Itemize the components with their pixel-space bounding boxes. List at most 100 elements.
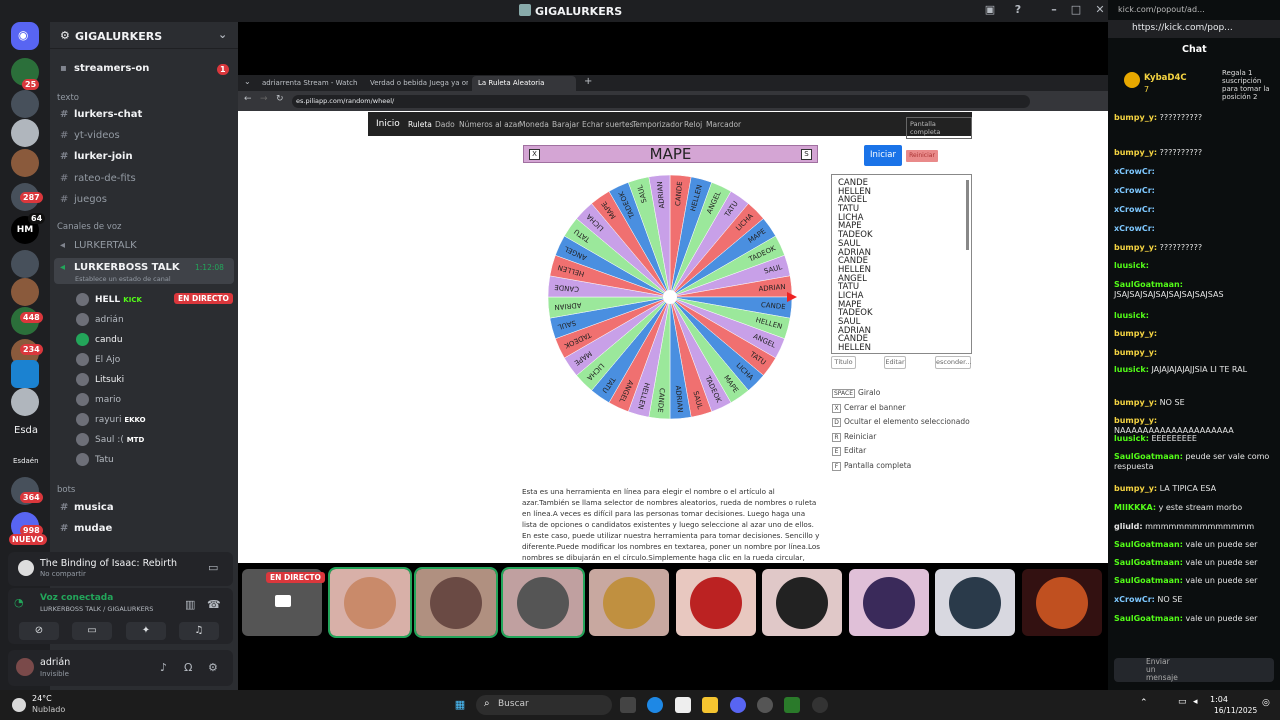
- chat-username[interactable]: luusick:: [1114, 261, 1149, 270]
- reload-icon[interactable]: ↻: [276, 94, 284, 104]
- hide-button[interactable]: esconder...: [935, 356, 971, 369]
- clock-time[interactable]: 1:04: [1210, 695, 1228, 704]
- nav-inicio[interactable]: Inicio: [376, 119, 400, 129]
- channel-streamers-on[interactable]: ▪ streamers-on: [60, 63, 149, 74]
- chat-username[interactable]: xCrowCr:: [1114, 205, 1155, 214]
- wheel[interactable]: CANDE HELLEN ANGEL TATULICHAMAPETADEOKSAULA…: [540, 172, 802, 424]
- chat-input[interactable]: Enviar un mensaje: [1114, 658, 1274, 682]
- temp[interactable]: 24°C: [32, 694, 52, 703]
- url-field[interactable]: es.piliapp.com/random/wheel/: [292, 95, 1030, 108]
- channel-mudae[interactable]: # mudae: [60, 523, 112, 534]
- chat-username[interactable]: xCrowCr:: [1114, 224, 1155, 233]
- activities-button[interactable]: ✦: [126, 622, 166, 640]
- category-texto[interactable]: texto: [57, 93, 79, 103]
- close-banner-button[interactable]: X: [529, 149, 540, 160]
- chat-username[interactable]: SaulGoatmaan:: [1114, 452, 1183, 461]
- server-icon[interactable]: [11, 278, 39, 306]
- nav-moneda[interactable]: Moneda: [519, 120, 549, 129]
- channel-lurkers-chat[interactable]: # lurkers-chat: [60, 109, 142, 120]
- tab-kick[interactable]: adriarrenta Stream - Watch Liv...: [256, 76, 360, 91]
- chat-username[interactable]: SaulGoatmaan:: [1114, 540, 1183, 549]
- maximize-icon[interactable]: □: [1070, 4, 1082, 16]
- stream-tile[interactable]: [328, 567, 412, 638]
- chat-username[interactable]: luusick:: [1114, 434, 1149, 443]
- category-bots[interactable]: bots: [57, 485, 75, 495]
- channel-yt-videos[interactable]: # yt-videos: [60, 130, 120, 141]
- camera-off-button[interactable]: ⊘: [19, 622, 59, 640]
- voice-user-hell[interactable]: HELL KICK: [76, 293, 142, 306]
- voice-user[interactable]: adrián: [76, 313, 124, 326]
- fullscreen-button[interactable]: Pantalla completa: [906, 117, 972, 139]
- back-icon[interactable]: ←: [244, 94, 252, 104]
- channel-lurker-join[interactable]: # lurker-join: [60, 151, 133, 162]
- app-icon[interactable]: [784, 697, 800, 713]
- task-view-icon[interactable]: [620, 697, 636, 713]
- title-button[interactable]: Título: [831, 356, 856, 369]
- stream-tile[interactable]: [414, 567, 498, 638]
- chat-username[interactable]: bumpy_y:: [1114, 348, 1157, 357]
- settings-icon[interactable]: ⚙: [208, 661, 218, 674]
- mic-icon[interactable]: ♪: [160, 661, 167, 674]
- chat-username[interactable]: bumpy_y:: [1114, 243, 1157, 252]
- start-button[interactable]: Iniciar: [864, 145, 902, 166]
- server-icon[interactable]: [11, 388, 39, 416]
- minimize-icon[interactable]: –: [1048, 4, 1060, 16]
- server-icon[interactable]: [11, 149, 39, 177]
- tab-verdad[interactable]: Verdad o bebida Juega ya onlin...: [364, 76, 468, 91]
- server-header[interactable]: ⚙ GIGALURKERS ⌄: [50, 22, 238, 49]
- nav-marcador[interactable]: Marcador: [706, 120, 741, 129]
- network-icon[interactable]: ▭: [1178, 697, 1187, 707]
- s-button[interactable]: S: [801, 149, 812, 160]
- reset-button[interactable]: Reiniciar: [906, 150, 938, 162]
- chat-username[interactable]: SaulGoatmaan:: [1114, 558, 1183, 567]
- server-icon[interactable]: [11, 360, 39, 388]
- nav-temporizador[interactable]: Temporizador: [632, 120, 683, 129]
- chat-username[interactable]: SaulGoatmaan:: [1114, 614, 1183, 623]
- voice-location[interactable]: LURKERBOSS TALK / GIGALURKERS: [40, 605, 153, 613]
- stream-tile[interactable]: [589, 569, 669, 636]
- soundboard-button[interactable]: ♫: [179, 622, 219, 640]
- voice-user[interactable]: mario: [76, 393, 121, 406]
- chat-username[interactable]: bumpy_y:: [1114, 329, 1157, 338]
- voice-user[interactable]: El Ajo: [76, 353, 120, 366]
- discord-home-icon[interactable]: ◉: [11, 22, 39, 50]
- chat-username[interactable]: MIIKKKA:: [1114, 503, 1156, 512]
- server-esdaen-label[interactable]: Esdaén: [13, 457, 39, 465]
- avatar[interactable]: [16, 658, 34, 676]
- edge-icon[interactable]: [647, 697, 663, 713]
- voice-user[interactable]: rayuri EKKO: [76, 413, 146, 426]
- chat-username[interactable]: luusick:: [1114, 365, 1149, 374]
- explorer-icon[interactable]: [702, 697, 718, 713]
- close-icon[interactable]: ✕: [1094, 4, 1106, 16]
- channel-juegos[interactable]: # juegos: [60, 194, 107, 205]
- activity-panel[interactable]: The Binding of Isaac: Rebirth No compart…: [8, 552, 233, 586]
- discord-icon[interactable]: [730, 697, 746, 713]
- stream-tile[interactable]: [676, 569, 756, 636]
- windows-start-icon[interactable]: ▦: [452, 697, 468, 713]
- chat-username[interactable]: xCrowCr:: [1114, 595, 1155, 604]
- stream-tile[interactable]: [849, 569, 929, 636]
- channel-musica[interactable]: # musica: [60, 502, 114, 513]
- voice-user[interactable]: candu: [76, 333, 123, 346]
- chat-username[interactable]: bumpy_y:: [1114, 113, 1157, 122]
- headphones-icon[interactable]: Ω: [184, 661, 192, 674]
- channel-rateo-de-fits[interactable]: # rateo-de-fits: [60, 173, 136, 184]
- voice-user[interactable]: Litsuki: [76, 373, 124, 386]
- edit-button[interactable]: Editar: [884, 356, 906, 369]
- taskbar-search[interactable]: ⌕ Buscar: [476, 695, 612, 715]
- nav-echar[interactable]: Echar suertes: [582, 120, 634, 129]
- stream-tile[interactable]: [1022, 569, 1102, 636]
- voice-user[interactable]: Saul :( MTD: [76, 433, 144, 446]
- voice-channel-lurkertalk[interactable]: ◂ LURKERTALK: [60, 240, 137, 251]
- screenshare-button[interactable]: ▭: [72, 622, 112, 640]
- category-voz[interactable]: Canales de voz: [57, 222, 121, 232]
- forward-icon[interactable]: →: [260, 94, 268, 104]
- server-icon[interactable]: [11, 90, 39, 118]
- isaac-taskbar-icon[interactable]: [812, 697, 828, 713]
- chrome-icon[interactable]: [757, 697, 773, 713]
- volume-icon[interactable]: ◂: [1193, 697, 1198, 707]
- server-icon[interactable]: [11, 250, 39, 278]
- chat-username[interactable]: SaulGoatmaan:: [1114, 280, 1183, 289]
- new-tab-icon[interactable]: +: [584, 76, 592, 87]
- names-textarea[interactable]: CANDE HELLEN ANGEL TATU LICHA MAPE TADEOK SAUL A…: [831, 174, 972, 354]
